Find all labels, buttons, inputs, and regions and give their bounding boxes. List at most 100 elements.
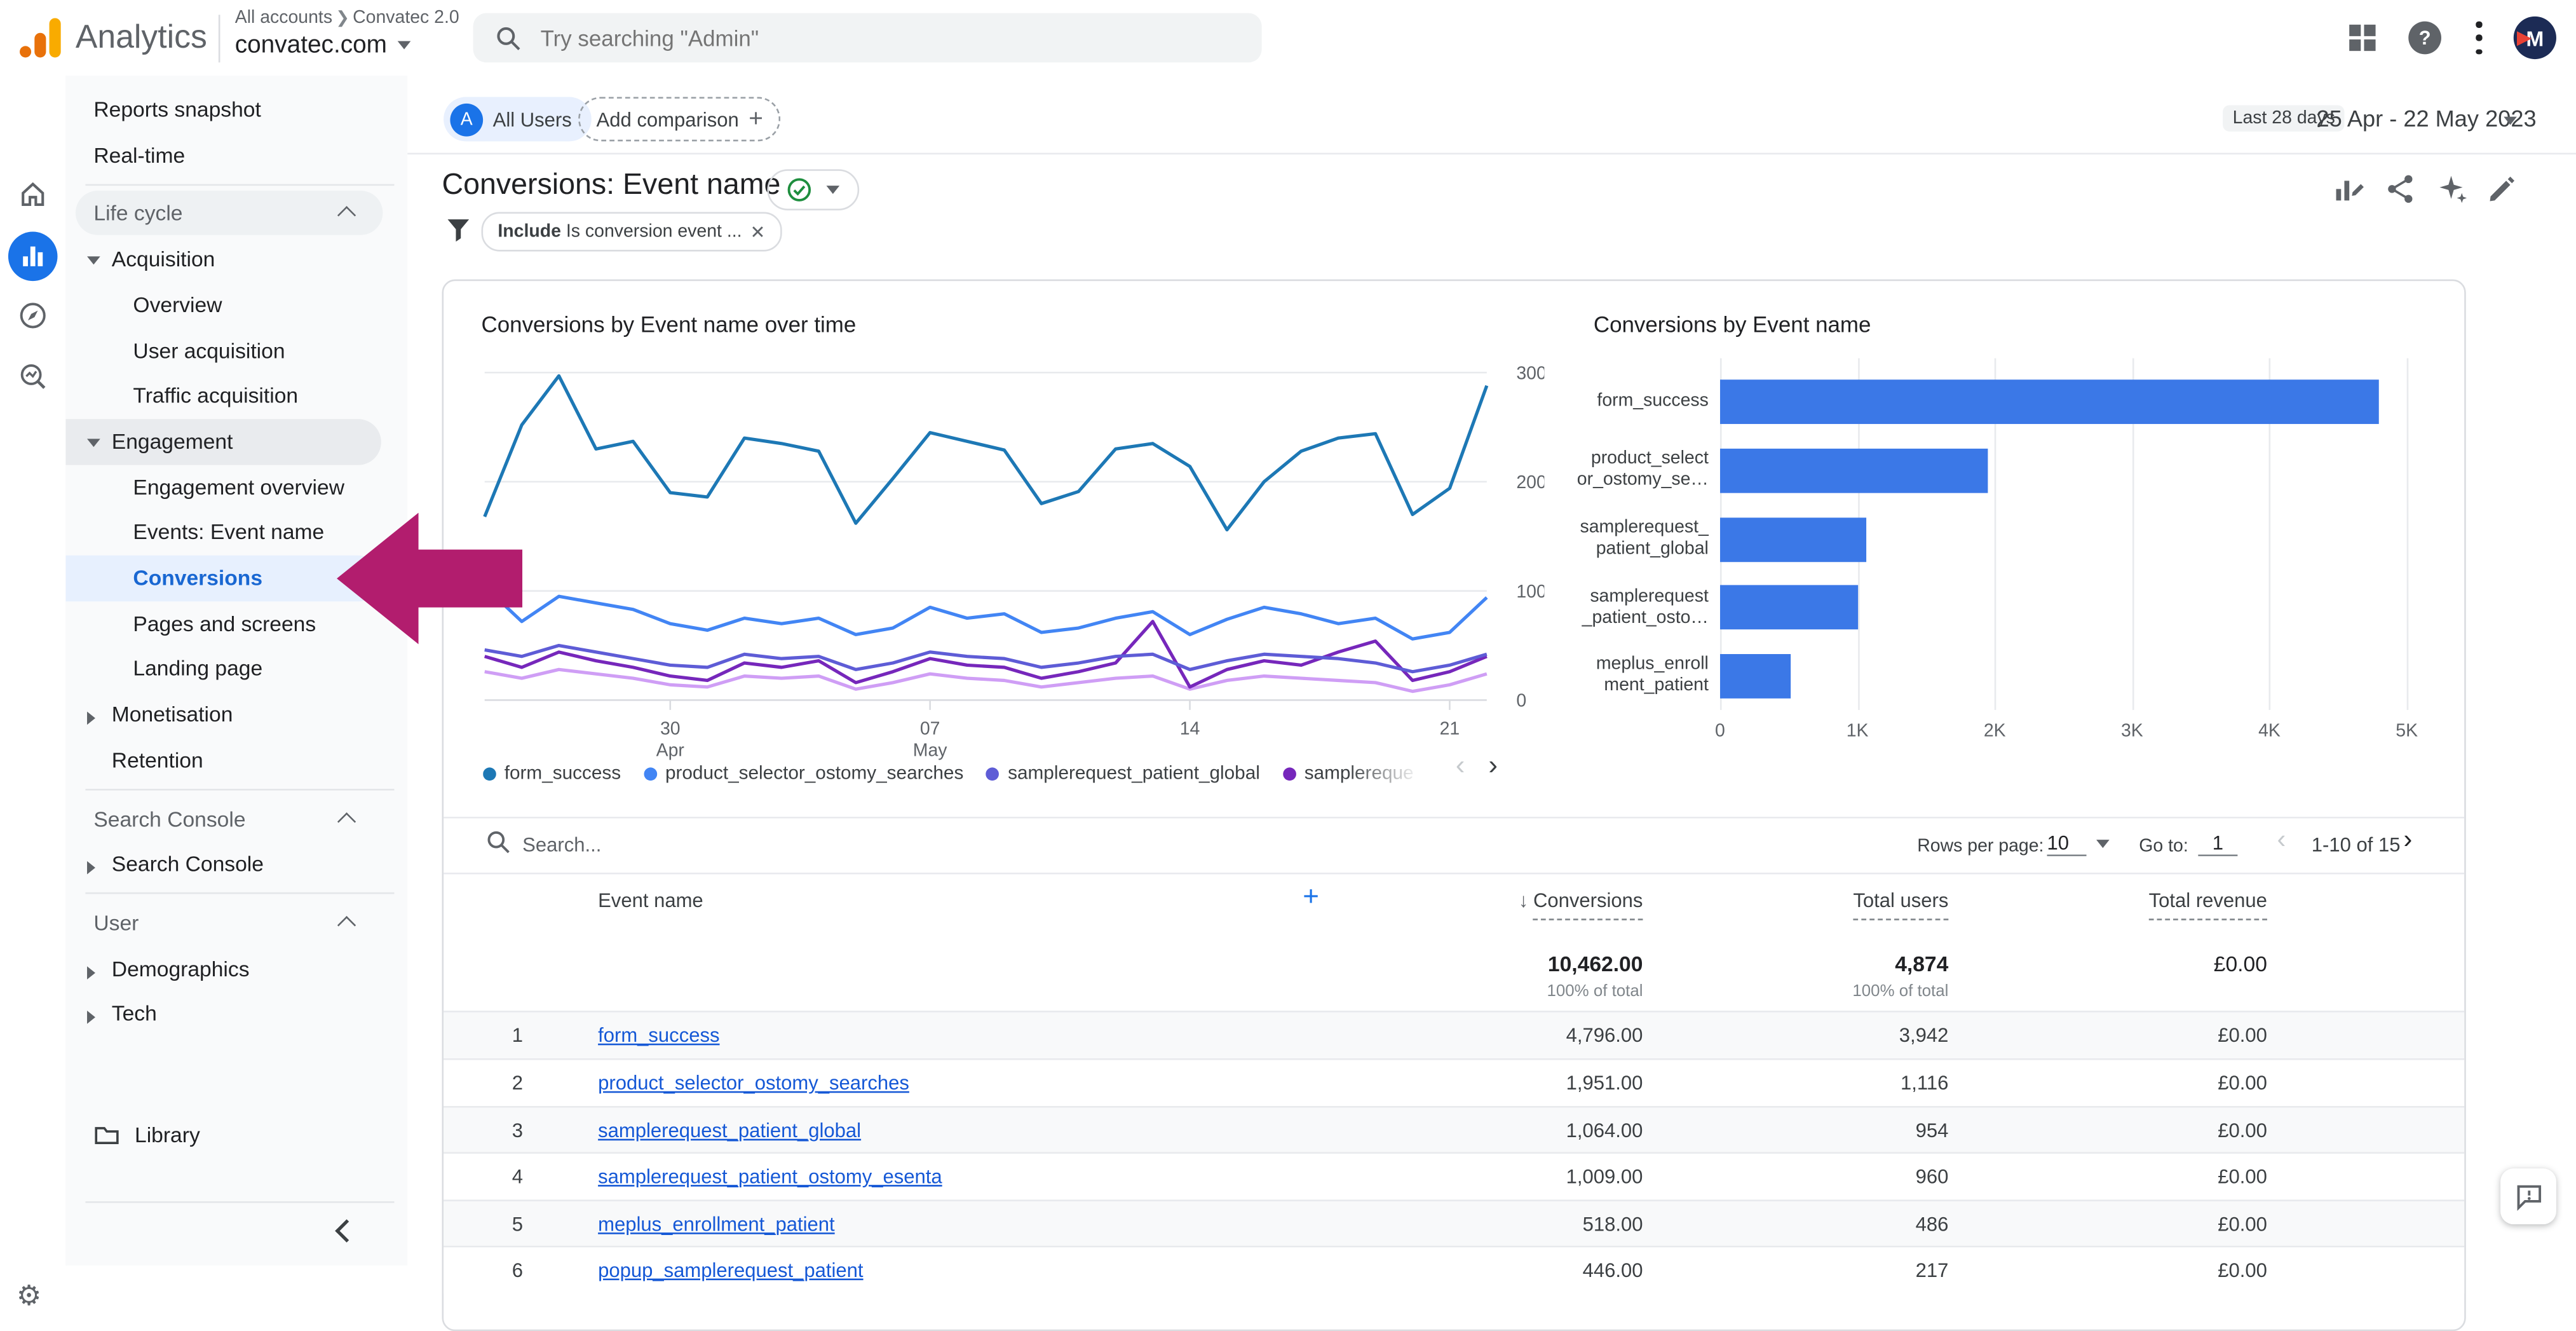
breadcrumb[interactable]: All accounts❯Convatec 2.0 [235, 8, 459, 28]
legend-dot-icon [483, 767, 496, 781]
event-name-link[interactable]: product_selector_ostomy_searches [598, 1060, 909, 1107]
apps-grid-icon[interactable] [2349, 25, 2375, 51]
table-row[interactable]: 4samplerequest_patient_ostomy_esenta1,00… [444, 1152, 2464, 1199]
table-row[interactable]: 1form_success4,796.003,942£0.00 [444, 1011, 2464, 1058]
bar-samplerequest_patient_ostomy_esenta[interactable] [1720, 585, 1859, 630]
sidebar-item-label: User acquisition [133, 328, 285, 374]
avatar[interactable]: M [2514, 17, 2556, 59]
caret-right-icon[interactable] [87, 861, 95, 875]
rows-per-page-select[interactable]: 10 [2047, 831, 2086, 856]
table-row[interactable]: 6popup_samplerequest_patient446.00217£0.… [444, 1246, 2464, 1293]
table-row[interactable]: 3samplerequest_patient_global1,064.00954… [444, 1105, 2464, 1152]
column-header-total-users[interactable]: Total users [1718, 889, 1948, 912]
sidebar-item-library[interactable]: Library [65, 1112, 381, 1158]
breadcrumb-all-accounts[interactable]: All accounts [235, 8, 332, 28]
column-header-total-revenue[interactable]: Total revenue [2037, 889, 2267, 912]
edit-report-icon[interactable] [2484, 171, 2520, 207]
event-name-link[interactable]: form_success [598, 1013, 719, 1060]
customize-report-icon[interactable] [2331, 171, 2368, 207]
sidebar-item-events-event-name[interactable]: Events: Event name [65, 510, 381, 556]
explore-icon[interactable] [18, 301, 48, 331]
caret-down-icon[interactable] [87, 439, 100, 447]
feedback-button[interactable] [2500, 1168, 2556, 1224]
sidebar-item-tech[interactable]: Tech [65, 992, 381, 1037]
chevron-left-icon [335, 1219, 358, 1243]
advertising-icon[interactable] [18, 362, 48, 392]
sidebar-item-real-time[interactable]: Real-time [65, 133, 381, 179]
cell-total-users: 217 [1718, 1248, 1948, 1295]
event-name-link[interactable]: samplerequest_patient_ostomy_esenta [598, 1154, 942, 1201]
column-header-conversions[interactable]: ↓Conversions [1413, 889, 1643, 912]
global-search[interactable] [473, 13, 1262, 63]
chevron-up-icon[interactable] [337, 812, 356, 830]
add-column-button[interactable]: + [1303, 881, 1319, 914]
event-name-link[interactable]: popup_samplerequest_patient [598, 1248, 863, 1295]
legend-item-product_selector_ostomy_searches[interactable]: product_selector_ostomy_searches [644, 759, 963, 789]
legend-item-form_success[interactable]: form_success [483, 759, 621, 789]
sidebar-item-engagement[interactable]: Engagement [65, 419, 381, 465]
page-prev-icon[interactable]: ‹ [2277, 826, 2286, 856]
property-selector[interactable]: convatec.com [235, 31, 410, 59]
divider [407, 153, 2576, 154]
kebab-menu-icon[interactable] [2476, 22, 2482, 55]
table-row[interactable]: 2product_selector_ostomy_searches1,951.0… [444, 1058, 2464, 1105]
admin-gear-icon[interactable]: ⚙ [17, 1280, 41, 1313]
sidebar-item-retention[interactable]: Retention [65, 737, 381, 783]
event-name-link[interactable]: meplus_enrollment_patient [598, 1201, 835, 1248]
sidebar-section-user[interactable]: User [65, 901, 383, 945]
go-to-input[interactable]: 1 [2198, 831, 2237, 856]
insights-icon[interactable] [2433, 171, 2469, 207]
legend-prev-icon[interactable]: ‹ [1456, 749, 1465, 782]
sidebar-item-demographics[interactable]: Demographics [65, 946, 381, 992]
table-row[interactable]: 5meplus_enrollment_patient518.00486£0.00 [444, 1199, 2464, 1246]
column-header-event-name[interactable]: Event name [598, 889, 703, 912]
global-search-input[interactable] [537, 24, 1168, 51]
sidebar-section-search-console[interactable]: Search Console [65, 796, 383, 841]
caret-right-icon[interactable] [87, 712, 95, 725]
event-name-link[interactable]: samplerequest_patient_global [598, 1107, 861, 1154]
report-status-badge[interactable] [767, 169, 859, 210]
sidebar-item-pages-and-screens[interactable]: Pages and screens [65, 601, 381, 646]
sidebar-item-overview[interactable]: Overview [65, 282, 381, 328]
sidebar-item-acquisition[interactable]: Acquisition [65, 237, 381, 283]
x-axis-label: Apr [656, 740, 684, 760]
analytics-logo-icon[interactable] [20, 18, 62, 57]
page-next-icon[interactable]: › [2404, 826, 2413, 856]
sidebar-item-search-console[interactable]: Search Console [65, 842, 381, 887]
sidebar-item-engagement-overview[interactable]: Engagement overview [65, 465, 381, 510]
caret-right-icon[interactable] [87, 1011, 95, 1025]
caret-right-icon[interactable] [87, 966, 95, 979]
chevron-up-icon[interactable] [337, 916, 356, 934]
sidebar-item-monetisation[interactable]: Monetisation [65, 692, 381, 738]
collapse-sidebar-button[interactable] [339, 1223, 355, 1239]
sidebar-item-reports-snapshot[interactable]: Reports snapshot [65, 87, 381, 133]
bar-samplerequest_patient_global[interactable] [1720, 517, 1866, 561]
caret-down-icon[interactable] [2096, 840, 2110, 848]
x-axis-label: 07 [920, 719, 940, 739]
ga4-app: Analytics All accounts❯Convatec 2.0 conv… [0, 0, 2576, 1266]
close-icon[interactable]: ✕ [750, 221, 765, 243]
sidebar-item-user-acquisition[interactable]: User acquisition [65, 328, 381, 374]
legend-item-samplerequest_patient_global[interactable]: samplerequest_patient_global [987, 759, 1260, 789]
home-icon[interactable] [18, 179, 48, 209]
add-comparison-chip[interactable]: Add comparison + [578, 97, 781, 142]
legend-next-icon[interactable]: › [1488, 749, 1498, 782]
page-title: Conversions: Event name [442, 168, 780, 202]
caret-down-icon[interactable] [87, 257, 100, 265]
filter-chip[interactable]: Include Is conversion event ... ✕ [482, 212, 782, 252]
sidebar-item-landing-page[interactable]: Landing page [65, 646, 381, 692]
breadcrumb-account[interactable]: Convatec 2.0 [353, 8, 459, 28]
segment-chip-all-users[interactable]: A All Users [444, 97, 592, 142]
line-series-product_selector_ostomy_searches [485, 587, 1487, 639]
table-search-input[interactable]: Search... [522, 833, 601, 856]
bar-meplus_enrollment_patient[interactable] [1720, 653, 1791, 698]
share-icon[interactable] [2382, 171, 2418, 207]
bar-product_selector_ostomy_searches[interactable] [1720, 449, 1988, 493]
chevron-up-icon[interactable] [337, 207, 356, 225]
help-icon[interactable]: ? [2408, 22, 2441, 55]
sidebar-section-life-cycle[interactable]: Life cycle [76, 191, 383, 236]
bar-form_success[interactable] [1720, 380, 2379, 425]
sidebar-item-traffic-acquisition[interactable]: Traffic acquisition [65, 373, 381, 419]
reports-icon[interactable] [8, 232, 58, 282]
sidebar-item-conversions[interactable]: Conversions [65, 556, 381, 601]
